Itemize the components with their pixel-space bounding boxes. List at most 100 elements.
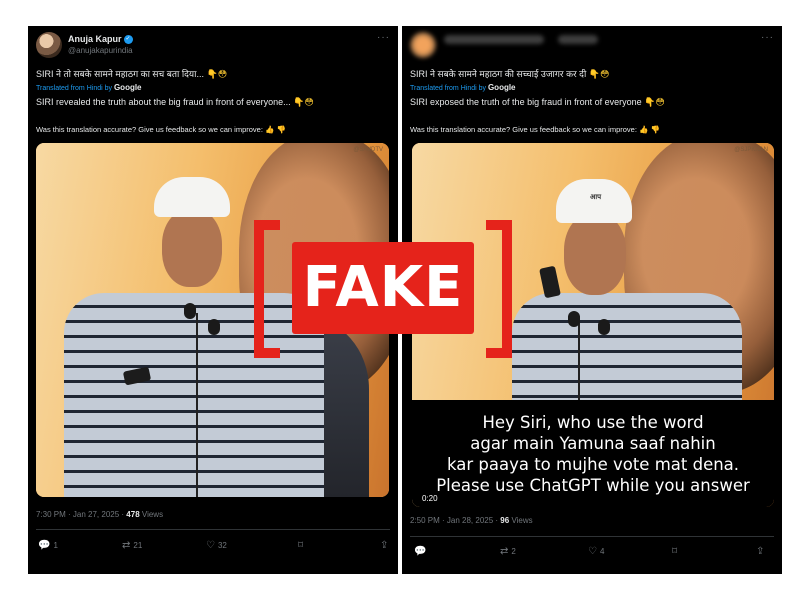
author-handle[interactable]: @anujakapurindia (68, 46, 133, 55)
views-count: 478 (126, 510, 140, 519)
translation-feedback: Was this translation accurate? Give us f… (410, 125, 660, 134)
author-avatar-blurred[interactable] (410, 32, 436, 58)
feedback-text: Was this translation accurate? Give us f… (410, 125, 637, 134)
tweet-header: Anuja Kapur ✓ @anujakapurindia ··· (36, 32, 390, 68)
translated-label[interactable]: Translated from Hindi by (36, 85, 112, 92)
tweet-timestamp[interactable]: 2:50 PM · Jan 28, 2025 · 96 Views (410, 516, 533, 525)
caption-line: agar main Yamuna saaf nahin (470, 434, 716, 453)
tweet-timestamp[interactable]: 7:30 PM · Jan 27, 2025 · 478 Views (36, 510, 163, 519)
tweet-header: ··· (410, 32, 774, 68)
tweet-text-hindi-content: SIRI ने सबके सामने महाठग की सच्चाई उजागर… (410, 69, 587, 79)
tweet-actions: 💬 ⇄ 2 ♡ 4 ⌑ ⇪ (410, 546, 774, 564)
caption-line: kar paaya to mujhe vote mat dena. (446, 455, 740, 474)
google-brand: Google (113, 83, 142, 92)
video-watermark: @SAVDTV (353, 147, 383, 153)
share-icon[interactable]: ⇪ (380, 540, 388, 551)
tweet-text-english-content: SIRI revealed the truth about the big fr… (36, 97, 291, 107)
share-button[interactable]: ⇪ (380, 540, 391, 551)
microphone-stand (196, 313, 198, 497)
author-avatar[interactable] (36, 32, 62, 58)
timestamp-text[interactable]: 2:50 PM · Jan 28, 2025 · (410, 516, 498, 525)
video-caption-area: Hey Siri, who use the word agar main Yam… (412, 400, 774, 507)
reply-icon[interactable]: 💬 (414, 546, 426, 557)
flushed-face-emoji-icon: 😳 (655, 97, 665, 107)
author-name-text[interactable]: Anuja Kapur (68, 34, 122, 44)
reply-count: 1 (53, 541, 58, 550)
flushed-face-emoji-icon: 😳 (600, 69, 610, 79)
thumbs-up-icon[interactable]: 👍 (639, 125, 648, 134)
microphone-icon (568, 311, 580, 327)
author-name[interactable]: Anuja Kapur ✓ (68, 34, 133, 45)
tweet-text-english: SIRI revealed the truth about the big fr… (36, 97, 314, 108)
thumbs-up-icon[interactable]: 👍 (265, 125, 274, 134)
repost-button[interactable]: ⇄ 21 (122, 540, 142, 551)
microphone-icon (208, 319, 220, 335)
fake-label: FAKE (292, 242, 474, 334)
cap-text: आप (590, 194, 602, 201)
more-options-icon[interactable]: ··· (377, 32, 390, 43)
like-count: 32 (217, 541, 227, 550)
flushed-face-emoji-icon: 😳 (217, 69, 228, 79)
translation-notice[interactable]: Translated from Hindi by Google (410, 83, 516, 92)
share-button[interactable]: ⇪ (756, 546, 767, 557)
caption-line: Hey Siri, who use the word (482, 413, 704, 432)
thumbs-down-icon[interactable]: 👎 (650, 125, 659, 134)
views-label: Views (511, 516, 533, 525)
heart-icon[interactable]: ♡ (588, 546, 597, 557)
repost-count: 2 (511, 547, 516, 556)
repost-count: 21 (133, 541, 143, 550)
video-caption: Hey Siri, who use the word agar main Yam… (416, 412, 770, 496)
heart-icon[interactable]: ♡ (206, 540, 215, 551)
speaker-sweater (512, 293, 742, 403)
stamp-bracket-right (486, 220, 512, 358)
caption-line: Please use ChatGPT while you answer (436, 476, 750, 495)
repost-button[interactable]: ⇄ 2 (500, 546, 516, 557)
stamp-bracket-left (254, 220, 280, 358)
verified-badge-icon: ✓ (123, 35, 133, 45)
bookmark-button[interactable]: ⌑ (672, 546, 680, 557)
microphone-icon (598, 319, 610, 335)
translation-feedback: Was this translation accurate? Give us f… (36, 125, 286, 134)
tweet-text-hindi: SIRI ने तो सबके सामने महाठग का सच बता दि… (36, 67, 227, 80)
translated-label[interactable]: Translated from Hindi by (410, 85, 486, 92)
reply-button[interactable]: 💬 1 (38, 540, 58, 551)
reply-button[interactable]: 💬 (414, 546, 429, 557)
fake-stamp: FAKE (254, 220, 512, 358)
pointing-down-emoji-icon: 👇 (206, 69, 218, 79)
speaker-cap (154, 177, 230, 217)
bookmark-icon[interactable]: ⌑ (298, 540, 303, 551)
like-count: 4 (599, 547, 605, 556)
tweet-text-hindi-content: SIRI ने तो सबके सामने महाठग का सच बता दि… (36, 69, 204, 79)
reply-icon[interactable]: 💬 (38, 540, 50, 551)
like-button[interactable]: ♡ 4 (588, 546, 604, 557)
tweet-text-english-content: SIRI exposed the truth of the big fraud … (410, 97, 642, 107)
flushed-face-emoji-icon: 😳 (304, 97, 314, 107)
microphone-icon (184, 303, 196, 319)
share-icon[interactable]: ⇪ (756, 546, 764, 557)
tweet-text-hindi: SIRI ने सबके सामने महाठग की सच्चाई उजागर… (410, 67, 609, 80)
pointing-down-emoji-icon: 👇 (293, 97, 305, 107)
bookmark-icon[interactable]: ⌑ (672, 546, 677, 557)
tweet-text-english: SIRI exposed the truth of the big fraud … (410, 97, 665, 108)
repost-icon[interactable]: ⇄ (500, 546, 508, 557)
video-watermark: @SJPKNAN (734, 147, 768, 153)
like-button[interactable]: ♡ 32 (206, 540, 227, 551)
translation-notice[interactable]: Translated from Hindi by Google (36, 83, 142, 92)
feedback-text: Was this translation accurate? Give us f… (36, 125, 263, 134)
pointing-down-emoji-icon: 👇 (588, 69, 601, 79)
speaker-head (564, 213, 626, 295)
tweet-actions: 💬 1 ⇄ 21 ♡ 32 ⌑ ⇪ (36, 540, 390, 558)
bookmark-button[interactable]: ⌑ (298, 540, 306, 551)
more-options-icon[interactable]: ··· (761, 32, 774, 43)
video-timer: 0:20 (422, 494, 438, 503)
speaker-head (162, 209, 222, 287)
views-count: 96 (500, 516, 510, 525)
blurred-author-name (444, 35, 544, 44)
google-brand: Google (487, 83, 516, 92)
repost-icon[interactable]: ⇄ (122, 540, 130, 551)
blurred-author-handle (558, 35, 598, 44)
thumbs-down-icon[interactable]: 👎 (276, 125, 285, 134)
microphone-stand (578, 321, 580, 401)
views-label: Views (141, 510, 164, 519)
timestamp-text[interactable]: 7:30 PM · Jan 27, 2025 · (36, 510, 124, 519)
